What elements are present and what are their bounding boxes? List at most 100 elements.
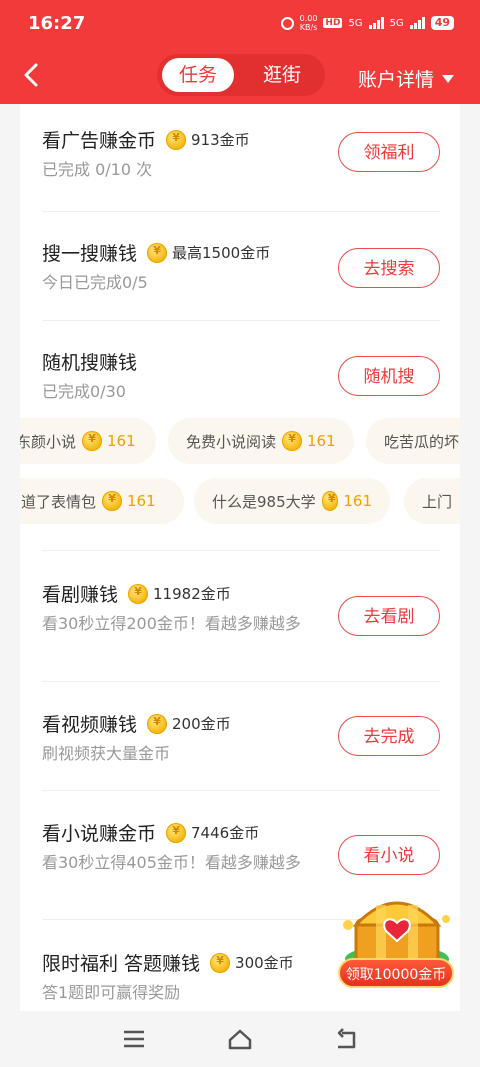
task-item: 随机搜赚钱 已完成0/30 随机搜 [42,348,440,408]
divider [42,681,440,682]
search-chip[interactable]: 什么是985大学 161 [194,478,390,524]
task-title: 看小说赚金币 [42,823,157,845]
task-desc: 今日已完成0/5 [42,273,148,292]
chip-value: 161 [307,432,336,450]
chip-text: 吃苦瓜的坏 [384,432,460,451]
task-reward: 913金币 [166,129,250,150]
coin-icon [321,491,341,511]
coin-icon [82,431,103,451]
speed-value: 0.00 [299,14,318,23]
task-reward-text: 7446金币 [191,824,260,842]
signal-icon-2 [409,17,425,29]
menu-icon[interactable] [121,1027,147,1051]
divider [42,790,440,791]
claim-coins-button[interactable]: 领取10000金币 [338,958,454,988]
task-reward-text: 最高1500金币 [172,244,271,262]
task-reward: 最高1500金币 [147,242,270,263]
tab-group: 任务 逛街 [157,54,325,96]
account-details-label: 账户详情 [357,69,434,91]
task-reward-text: 300金币 [235,954,294,972]
task-title-row: 看视频赚钱 200金币 [42,710,231,737]
home-icon[interactable] [227,1027,253,1051]
chip-text: 免费小说阅读 [186,432,277,451]
hd-badge: HD [323,18,343,28]
tab-tasks[interactable]: 任务 [162,58,234,92]
speed-unit: KB/s [299,23,318,32]
network-speed: 0.00 KB/s [300,14,318,32]
divider [42,550,440,551]
task-desc: 已完成 0/10 次 [42,160,153,179]
task-title-row: 限时福利 答题赚钱 300金币 [42,949,294,976]
battery-icon: 49 [430,16,454,30]
dropdown-triangle-icon [442,74,454,83]
system-nav-bar [0,1011,480,1067]
task-desc: 刷视频获大量金币 [42,744,171,763]
network-type-1: 5G [348,17,363,29]
task-item: 搜一搜赚钱 最高1500金币 今日已完成0/5 去搜索 [42,239,440,329]
coin-icon [282,431,303,451]
coin-icon [147,242,168,263]
divider [42,320,440,321]
task-action-button[interactable]: 去搜索 [338,248,440,288]
coin-icon [166,822,187,843]
back-arrow-icon[interactable] [18,61,46,89]
status-bar: 16:27 0.00 KB/s HD 5G 5G 49 [0,0,480,46]
task-title-row: 看剧赚钱 11982金币 [42,580,231,607]
task-desc: 已完成0/30 [42,382,126,401]
task-desc: 看30秒立得405金币！看越多赚越多 [42,853,301,872]
coin-icon [102,491,123,511]
search-chip[interactable]: 东颜小说 161 [20,418,156,464]
task-item: 看视频赚钱 200金币 刷视频获大量金币 去完成 [42,710,440,780]
coin-icon [166,129,187,150]
task-reward-text: 11982金币 [153,585,231,603]
divider [42,211,440,212]
signal-icon-1 [368,17,384,29]
task-title: 随机搜赚钱 [42,352,138,374]
chip-text: 东颜小说 [20,432,77,451]
task-action-button[interactable]: 去看剧 [338,596,440,636]
task-action-button[interactable]: 随机搜 [338,356,440,396]
account-details-button[interactable]: 账户详情 [358,65,454,92]
task-reward: 300金币 [210,952,294,973]
search-chip[interactable]: 吃苦瓜的坏 [366,418,460,464]
back-icon[interactable] [334,1027,360,1051]
task-title-row: 看小说赚金币 7446金币 [42,819,259,846]
task-title: 限时福利 答题赚钱 [42,953,201,975]
chip-text: 上门 [422,492,453,511]
task-reward: 200金币 [147,713,231,734]
task-title-row: 随机搜赚钱 [42,348,137,375]
task-reward-text: 913金币 [191,131,250,149]
task-title-row: 搜一搜赚钱 最高1500金币 [42,239,270,266]
chip-value: 161 [107,432,136,450]
search-chip[interactable]: 免费小说阅读 161 [168,418,354,464]
task-reward: 7446金币 [166,822,259,843]
chip-value: 161 [343,492,372,510]
task-title: 看视频赚钱 [42,714,138,736]
task-reward-text: 200金币 [172,715,231,733]
task-action-button[interactable]: 领福利 [338,132,440,172]
task-action-button[interactable]: 看小说 [338,835,440,875]
status-time: 16:27 [28,13,86,34]
task-title-row: 看广告赚金币 913金币 [42,126,250,153]
search-chip[interactable]: 上门 [404,478,460,524]
chip-text: 什么是985大学 [212,492,316,511]
task-item: 看剧赚钱 11982金币 看30秒立得200金币！看越多赚越多 去看剧 [42,580,440,670]
network-type-2: 5G [389,17,404,29]
task-action-button[interactable]: 去完成 [338,716,440,756]
task-list-card: 看广告赚金币 913金币 已完成 0/10 次 领福利 搜一搜赚钱 最高1500… [20,104,460,1011]
task-title: 看广告赚金币 [42,130,157,152]
search-chip[interactable]: 知道了表情包 161 [20,478,184,524]
chip-value: 161 [127,492,156,510]
alarm-icon [280,16,294,30]
task-desc: 看30秒立得200金币！看越多赚越多 [42,614,301,633]
status-icons: 0.00 KB/s HD 5G 5G 49 [280,14,454,32]
coin-icon [147,713,168,734]
tab-shopping[interactable]: 逛街 [249,58,315,92]
task-desc: 答1题即可赢得奖励 [42,983,181,1002]
header: 16:27 0.00 KB/s HD 5G 5G 49 任务 逛街 账户详情 [0,0,480,104]
coin-icon [128,583,149,604]
task-item: 看广告赚金币 913金币 已完成 0/10 次 领福利 [42,126,440,216]
task-title: 看剧赚钱 [42,584,119,606]
nav-bar: 任务 逛街 账户详情 [0,46,480,104]
coin-icon [210,952,231,973]
